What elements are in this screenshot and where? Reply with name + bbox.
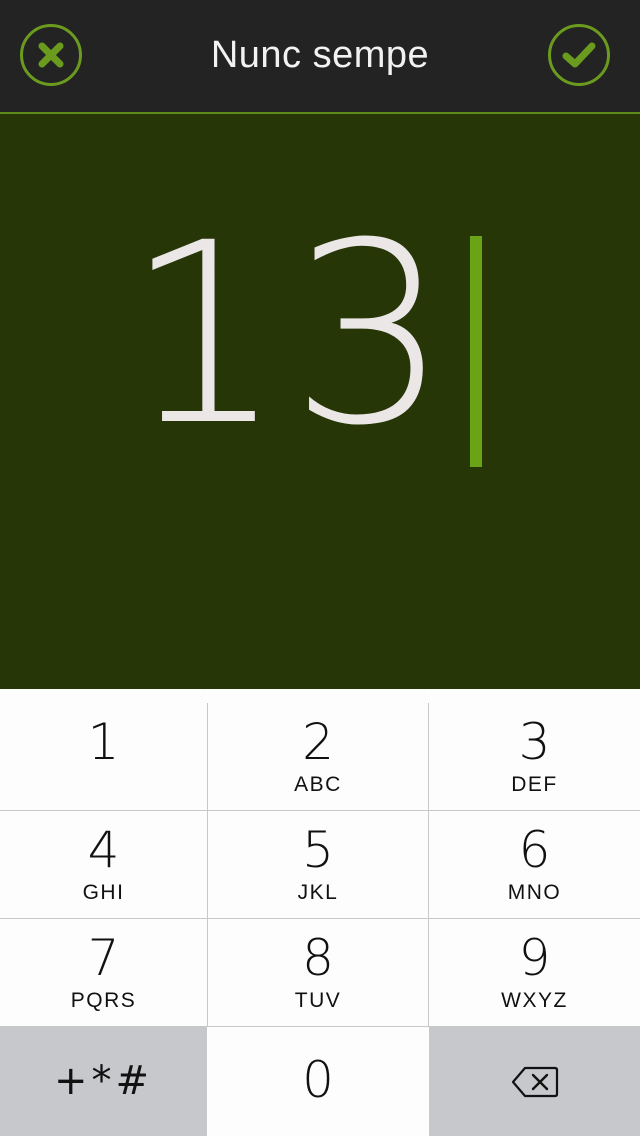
key-letters: ABC [294,773,342,796]
key-5[interactable]: 5 JKL [208,811,428,918]
keypad-divider [0,810,640,811]
key-letters: WXYZ [501,989,568,1012]
key-digit: 4 [87,821,120,879]
key-9[interactable]: 9 WXYZ [429,919,640,1026]
key-letters: MNO [507,881,562,904]
key-digit: 5 [302,821,334,879]
key-7[interactable]: 7 PQRS [0,919,207,1026]
symbols-label: +*# [53,1058,154,1104]
keypad-divider [0,1026,640,1027]
key-digit: 9 [518,929,551,987]
backspace-icon [511,1066,558,1098]
key-4[interactable]: 4 GHI [0,811,207,918]
keypad-divider [207,703,208,1027]
key-digit: 3 [518,713,551,771]
symbols-key[interactable]: +*# [0,1027,207,1136]
key-1[interactable]: 1 [0,689,207,810]
key-0[interactable]: 0 [208,1027,428,1136]
screen: Nunc sempe 13 1 2 ABC 3 DEF 4 GHI 5 JKL … [0,0,640,1136]
key-letters: PQRS [70,989,137,1012]
entry-display[interactable]: 13 [0,114,640,689]
key-letters: JKL [297,881,339,904]
key-digit: 7 [87,929,120,987]
header-bar: Nunc sempe [0,0,640,114]
header-title: Nunc sempe [210,34,430,76]
check-icon [562,42,596,68]
entry-value: 13 [124,189,456,480]
key-digit: 0 [302,1051,334,1109]
text-caret [470,236,482,467]
key-letters: GHI [82,881,125,904]
confirm-button[interactable] [548,24,610,86]
key-letters: DEF [511,773,558,796]
key-6[interactable]: 6 MNO [429,811,640,918]
key-digit: 8 [302,929,334,987]
key-8[interactable]: 8 TUV [208,919,428,1026]
key-digit: 6 [518,821,551,879]
key-2[interactable]: 2 ABC [208,689,428,810]
keypad-divider [428,703,429,1027]
key-digit: 2 [302,713,334,771]
key-digit: 1 [87,713,120,771]
keypad-divider [0,918,640,919]
key-3[interactable]: 3 DEF [429,689,640,810]
backspace-key[interactable] [429,1027,640,1136]
key-letters: TUV [294,989,342,1012]
numeric-keypad: 1 2 ABC 3 DEF 4 GHI 5 JKL 6 MNO 7 PQRS 8… [0,689,640,1136]
